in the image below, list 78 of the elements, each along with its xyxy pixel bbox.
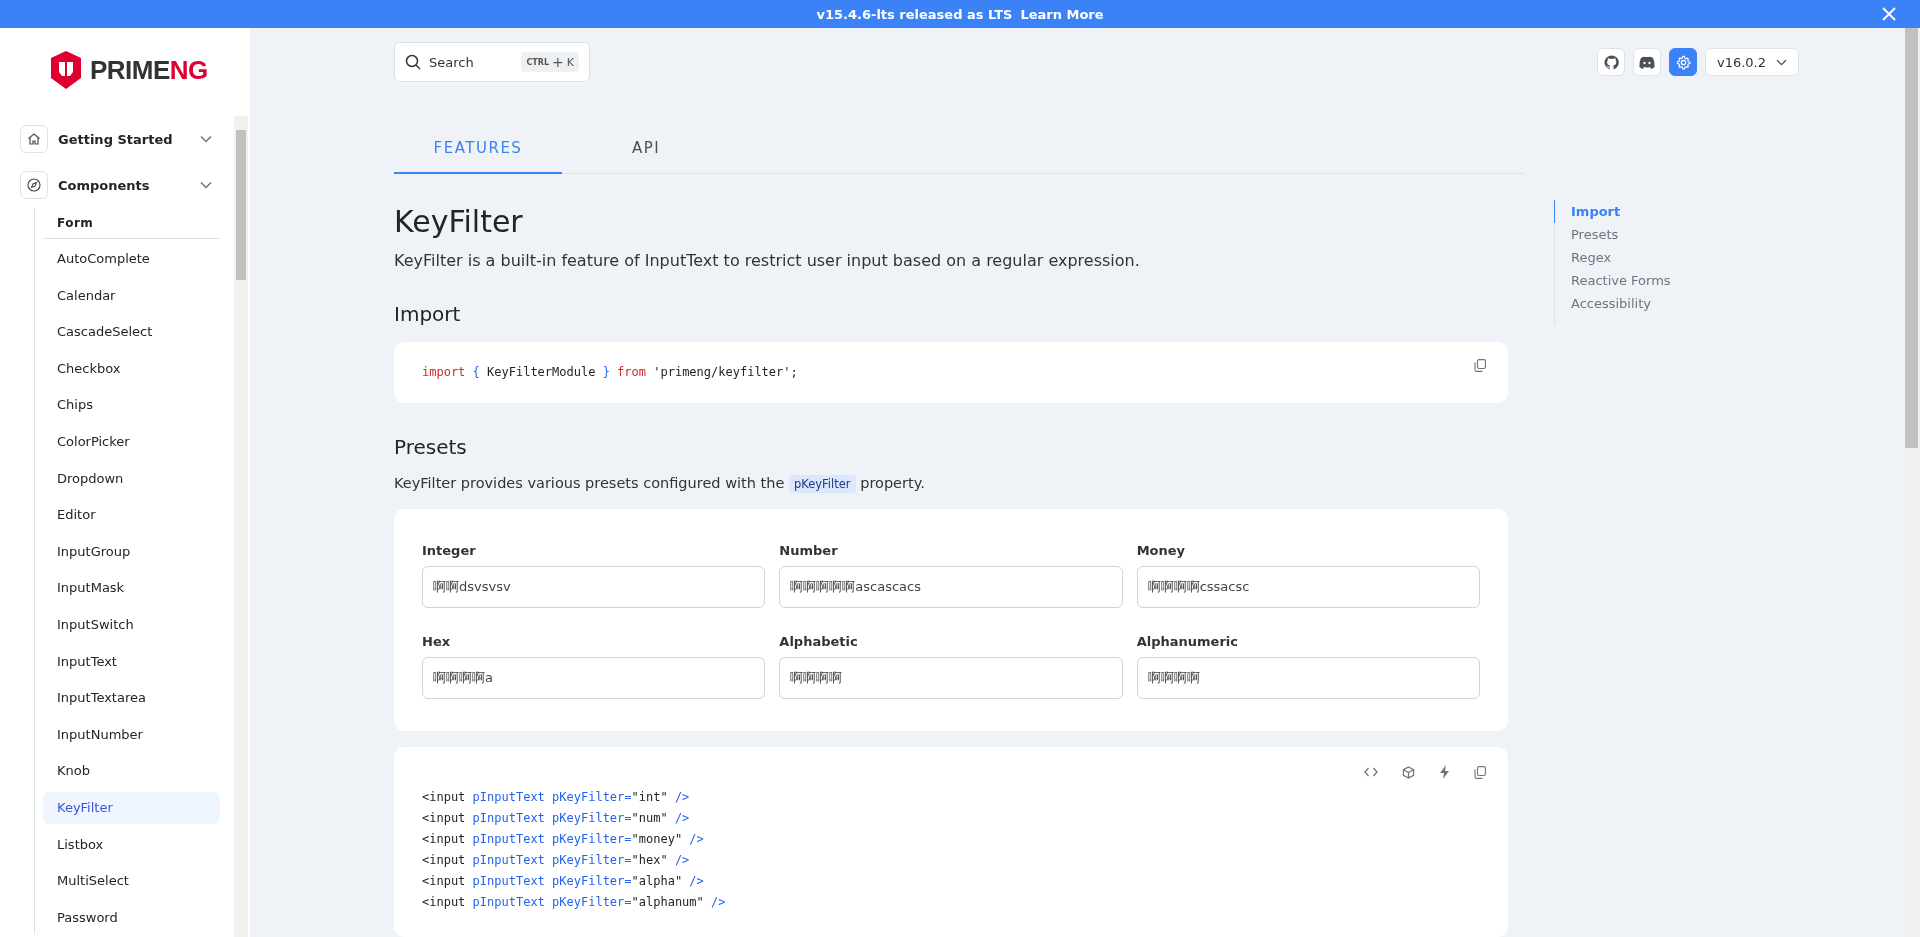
learn-more-link[interactable]: Learn More	[1020, 6, 1104, 22]
home-icon	[27, 132, 41, 146]
github-button[interactable]	[1597, 48, 1625, 76]
code-line: <input pInputText pKeyFilter="num" />	[422, 810, 691, 827]
announcement-text: v15.4.6-lts released as LTS	[816, 6, 1013, 22]
sidebar-item[interactable]: AutoComplete	[43, 243, 220, 275]
close-icon[interactable]	[1882, 7, 1896, 21]
sidebar-item[interactable]: InputGroup	[43, 535, 220, 568]
chat-icon	[1639, 55, 1655, 69]
settings-icon	[1675, 54, 1691, 70]
scrollbar[interactable]	[234, 116, 248, 937]
input-field[interactable]: 啊啊啊啊	[1136, 657, 1480, 699]
shortcut-badge: CTRL + K	[521, 52, 579, 72]
section-heading: Presets	[394, 435, 468, 459]
code-line: import { KeyFilterModule } from 'primeng/keyfilter';	[422, 364, 799, 381]
menu-section[interactable]: Components	[20, 162, 220, 208]
input-field[interactable]: 啊啊啊啊	[779, 657, 1123, 699]
logo-text: PRIMENG	[90, 54, 208, 86]
chevron-down-icon	[200, 181, 212, 189]
sidebar-item[interactable]: Editor	[43, 499, 220, 532]
field-label: Alphabetic	[779, 634, 859, 649]
sidebar-item[interactable]: InputTextarea	[43, 682, 220, 715]
input-field[interactable]: 啊啊啊啊a	[422, 657, 766, 699]
sidebar-item[interactable]: ColorPicker	[43, 425, 220, 458]
page-description: KeyFilter is a built-in feature of InputText to restrict user input based on a regular expression.	[394, 251, 1141, 270]
sidebar-item[interactable]: Knob	[43, 755, 220, 788]
field-label: Money	[1136, 543, 1187, 558]
code-line: <input pInputText pKeyFilter="alpha" />	[422, 873, 705, 890]
section-heading: Import	[394, 302, 462, 326]
toc-link[interactable]: Regex	[1554, 246, 1671, 269]
sidebar-item[interactable]: MultiSelect	[43, 865, 220, 898]
copy-icon[interactable]	[1474, 765, 1486, 779]
sidebar-item[interactable]: CascadeSelect	[43, 316, 220, 349]
search-field[interactable]: Search CTRL + K	[394, 42, 590, 82]
toc-link[interactable]: Reactive Forms	[1554, 269, 1671, 292]
version-dropdown[interactable]: v16.0.2	[1705, 48, 1799, 76]
sidebar-item[interactable]: Calendar	[43, 279, 220, 312]
github-icon	[1603, 54, 1619, 70]
sidebar-item[interactable]: InputText	[43, 645, 220, 678]
page-title: KeyFilter	[394, 204, 524, 239]
group-heading: Form	[43, 208, 220, 239]
code-line: <input pInputText pKeyFilter="money" />	[422, 831, 705, 848]
field-label: Hex	[422, 634, 452, 649]
code-line: <input pInputText pKeyFilter="hex" />	[422, 852, 691, 869]
sidebar-item[interactable]: Chips	[43, 389, 220, 422]
code-icon[interactable]	[1364, 767, 1378, 777]
sidebar-item[interactable]: Dropdown	[43, 462, 220, 495]
field-label: Number	[779, 543, 839, 558]
scrollbar[interactable]	[1903, 28, 1920, 937]
discord-button[interactable]	[1633, 48, 1661, 76]
copy-icon[interactable]	[1474, 359, 1486, 372]
compass-icon	[27, 178, 41, 192]
sidebar-item[interactable]: Checkbox	[43, 352, 220, 385]
sidebar-item[interactable]: Listbox	[43, 828, 220, 861]
menu-section[interactable]: Getting Started	[20, 116, 220, 162]
sidebar-item[interactable]: InputNumber	[43, 718, 220, 751]
field-label: Alphanumeric	[1136, 634, 1239, 649]
input-field[interactable]: 啊啊dsvsvsv	[422, 566, 766, 608]
sidebar-item[interactable]: KeyFilter	[43, 791, 220, 824]
lightning-icon[interactable]	[1439, 765, 1450, 779]
sidebar-item[interactable]: Password	[43, 901, 220, 934]
code-line: <input pInputText pKeyFilter="int" />	[422, 789, 691, 806]
tab[interactable]: API	[562, 124, 730, 174]
toc-link[interactable]: Accessibility	[1554, 292, 1671, 315]
box-icon[interactable]	[1402, 765, 1415, 779]
chevron-down-icon	[1776, 58, 1787, 66]
toc-link[interactable]: Presets	[1554, 223, 1671, 246]
input-field[interactable]: 啊啊啊啊啊ascascacs	[779, 566, 1123, 608]
search-icon	[405, 54, 421, 70]
sidebar-item[interactable]: InputMask	[43, 572, 220, 605]
settings-button[interactable]	[1669, 48, 1697, 76]
section-description: KeyFilter provides various presets configured with the pKeyFilter property.	[394, 475, 926, 491]
code-line: <input pInputText pKeyFilter="alphanum" />	[422, 894, 727, 911]
chevron-down-icon	[200, 135, 212, 143]
field-label: Integer	[422, 543, 477, 558]
logo-icon	[50, 50, 82, 90]
input-field[interactable]: 啊啊啊啊cssacsc	[1136, 566, 1480, 608]
sidebar-item[interactable]: InputSwitch	[43, 608, 220, 641]
